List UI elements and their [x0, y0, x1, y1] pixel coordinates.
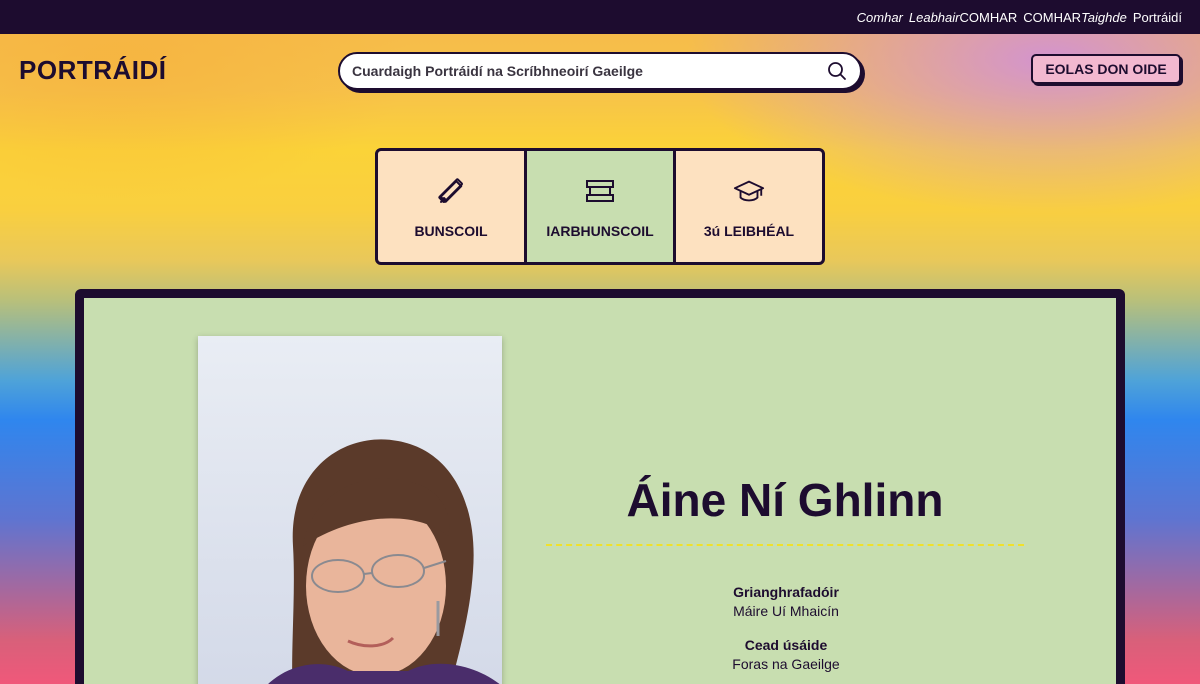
topbar-link-taighde[interactable]: Taighde [1081, 10, 1127, 25]
tab-bunscoil-label: BUNSCOIL [414, 222, 488, 239]
author-portrait [198, 336, 502, 684]
tab-3u-leibheal-label: 3ú LEIBHÉAL [703, 222, 795, 239]
topbar-link-portraidi[interactable]: Portráidí [1133, 10, 1182, 25]
topbar-link-group-taighde: COMHAR Taighde [1023, 10, 1127, 25]
topbar-link-group-leabhair: Leabhair COMHAR [909, 10, 1017, 25]
name-divider [546, 544, 1024, 546]
level-tabs: BUNSCOIL IARBHUNSCOIL 3ú LEIBHÉAL [375, 148, 825, 265]
author-name: Áine Ní Ghlinn [626, 474, 944, 526]
topbar-link-comhar-caps[interactable]: COMHAR [960, 10, 1018, 25]
topbar-link-leabhair[interactable]: Leabhair [909, 10, 960, 25]
graduation-cap-icon [733, 175, 765, 207]
photographer-name: Máire Uí Mhaicín [733, 603, 839, 619]
search-bar [338, 52, 862, 90]
profile-card: Áine Ní Ghlinn Grianghrafadóir Máire Uí … [84, 298, 1116, 684]
tab-bunscoil[interactable]: BUNSCOIL [378, 151, 524, 262]
top-navigation: Comhar Leabhair COMHAR COMHAR Taighde Port… [0, 0, 1200, 34]
search-icon[interactable] [826, 60, 848, 82]
topbar-link-comhar[interactable]: Comhar [857, 10, 903, 25]
license-block: Cead úsáide Foras na Gaeilge [684, 637, 888, 672]
site-logo[interactable]: PORTRÁIDÍ [19, 55, 167, 86]
teacher-info-button[interactable]: EOLAS DON OIDE [1031, 54, 1181, 84]
books-stack-icon [584, 175, 616, 207]
tab-iarbhunscoil[interactable]: IARBHUNSCOIL [527, 151, 673, 262]
pencil-ruler-icon [435, 175, 467, 207]
tab-iarbhunscoil-label: IARBHUNSCOIL [546, 222, 654, 239]
tab-3u-leibheal[interactable]: 3ú LEIBHÉAL [676, 151, 822, 262]
search-input[interactable] [352, 63, 826, 79]
photographer-block: Grianghrafadóir Máire Uí Mhaicín [684, 584, 888, 619]
license-holder: Foras na Gaeilge [732, 656, 840, 672]
license-label: Cead úsáide [744, 637, 828, 653]
photographer-label: Grianghrafadóir [733, 584, 839, 600]
topbar-link-comhar-caps-2[interactable]: COMHAR [1023, 10, 1081, 25]
